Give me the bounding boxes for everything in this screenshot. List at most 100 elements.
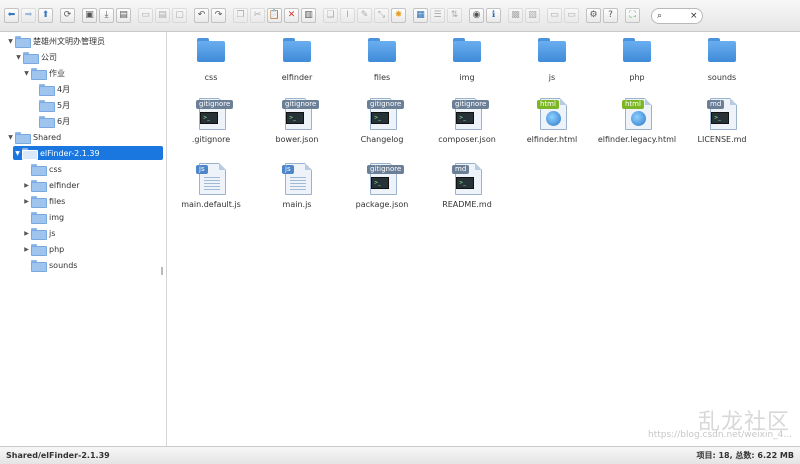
delete-button[interactable]: delete-icon✕ — [284, 8, 299, 23]
quicklook-button[interactable]: quicklook-icon▭ — [138, 8, 153, 23]
copy-button[interactable]: copy-icon❐ — [233, 8, 248, 23]
tree-node[interactable]: 5月 — [30, 98, 70, 112]
file-item[interactable]: gitignore >_ package.json — [339, 163, 425, 209]
file-item[interactable]: gitignore >_ Changelog — [339, 98, 425, 144]
folder-icon — [31, 212, 47, 224]
sidebar-resize-handle[interactable]: ‖ — [160, 266, 164, 275]
file-item[interactable]: js main.js — [254, 163, 340, 209]
file-view: css elfinder files img js php sounds gitignore >… — [168, 32, 800, 446]
get-info-button[interactable]: get-info-icon▤ — [116, 8, 131, 23]
expand-arrow-icon[interactable]: ▼ — [6, 38, 15, 45]
sort-button[interactable]: sort-icon⇅ — [447, 8, 462, 23]
folder-icon — [15, 36, 31, 48]
duplicate-button[interactable]: duplicate-icon❏ — [323, 8, 338, 23]
tree-node[interactable]: ▼ 作业 — [22, 66, 65, 80]
file-item[interactable]: html elfinder.html — [509, 98, 595, 144]
file-item[interactable]: md >_ LICENSE.md — [679, 98, 765, 144]
undo-button[interactable]: undo-icon↶ — [194, 8, 209, 23]
toolbar-group: archive-icon▩extract-archive-icon▧ — [508, 8, 542, 23]
reload-button[interactable]: reload-icon⟳ — [60, 8, 75, 23]
tree-node[interactable]: img — [22, 210, 64, 224]
tree-node-label: css — [49, 164, 62, 174]
trash-button[interactable]: trash-icon▥ — [301, 8, 316, 23]
folder-item[interactable]: elfinder — [254, 38, 340, 82]
file-item[interactable]: gitignore >_ bower.json — [254, 98, 340, 144]
tree-node[interactable]: ▼ elFinder-2.1.39 — [13, 146, 163, 160]
folder-item[interactable]: js — [509, 38, 595, 82]
file-type-badge: gitignore — [367, 165, 405, 174]
tree-node[interactable]: sounds — [22, 258, 77, 272]
netmount-button[interactable]: netmount-icon▭ — [564, 8, 579, 23]
extract-archive-button[interactable]: extract-archive-icon▧ — [525, 8, 540, 23]
tree-node[interactable]: css — [22, 162, 62, 176]
folder-item[interactable]: php — [594, 38, 680, 82]
file-item[interactable]: html elfinder.legacy.html — [594, 98, 680, 144]
tree-node-label: 公司 — [41, 52, 57, 62]
terminal-file-icon: gitignore >_ — [367, 163, 405, 195]
cut-button[interactable]: cut-icon✂ — [250, 8, 265, 23]
list-view-button[interactable]: list-view-icon☰ — [430, 8, 445, 23]
tree-node[interactable]: ▶ php — [22, 242, 64, 256]
file-item[interactable]: gitignore >_ composer.json — [424, 98, 510, 144]
folder-item[interactable]: img — [424, 38, 510, 82]
folder-item[interactable]: sounds — [679, 38, 765, 82]
folder-icon — [39, 116, 55, 128]
tree-node[interactable]: 4月 — [30, 82, 70, 96]
terminal-glyph: >_ — [200, 112, 218, 124]
edit-button[interactable]: edit-icon✎ — [357, 8, 372, 23]
tree-node-label: php — [49, 244, 65, 254]
search-input[interactable] — [662, 11, 691, 20]
tree-node-label: img — [49, 212, 65, 222]
tree-node[interactable]: ▶ js — [22, 226, 55, 240]
settings-button[interactable]: settings-icon⚙ — [586, 8, 601, 23]
expand-arrow-icon[interactable]: ▼ — [14, 54, 23, 61]
new-file-icon-glyph: ▢ — [175, 10, 184, 20]
collapse-arrow-icon[interactable]: ▶ — [22, 246, 31, 253]
collapse-arrow-icon[interactable]: ▶ — [22, 182, 31, 189]
up-button[interactable]: up-icon⬆ — [38, 8, 53, 23]
places-button[interactable]: places-icon▭ — [547, 8, 562, 23]
info-button[interactable]: info-iconℹ — [486, 8, 501, 23]
tree-node[interactable]: ▶ elfinder — [22, 178, 80, 192]
terminal-file-icon: md >_ — [452, 163, 482, 195]
archive-button[interactable]: archive-icon▩ — [508, 8, 523, 23]
tree-node[interactable]: 6月 — [30, 114, 70, 128]
file-item[interactable]: js main.default.js — [168, 163, 254, 209]
toolbar-group: quicklook-icon▭save-icon▤new-file-icon▢ — [138, 8, 189, 23]
expand-arrow-icon[interactable]: ▼ — [13, 150, 22, 157]
tree-node[interactable]: ▼ 楚雄州文明办管理员 — [6, 34, 105, 48]
help-button[interactable]: help-icon? — [603, 8, 618, 23]
preview-button[interactable]: preview-icon◉ — [469, 8, 484, 23]
file-item[interactable]: gitignore >_ .gitignore — [168, 98, 254, 144]
back-button[interactable]: back-icon⬅ — [4, 8, 19, 23]
open-button[interactable]: open-icon▣ — [82, 8, 97, 23]
expand-arrow-icon[interactable]: ▼ — [6, 134, 15, 141]
download-icon-glyph: ⤓ — [104, 10, 109, 20]
rename-button[interactable]: rename-iconⅠ — [340, 8, 355, 23]
paste-button[interactable]: paste-icon📋 — [267, 8, 282, 23]
file-item[interactable]: md >_ README.md — [424, 163, 510, 209]
forward-button[interactable]: forward-icon➡ — [21, 8, 36, 23]
new-file-button[interactable]: new-file-icon▢ — [172, 8, 187, 23]
fullscreen-button[interactable]: fullscreen-icon⛶ — [625, 8, 640, 23]
folder-item[interactable]: css — [168, 38, 254, 82]
search-box[interactable]: ⌕ × — [651, 7, 703, 24]
expand-arrow-icon[interactable]: ▼ — [22, 70, 31, 77]
collapse-arrow-icon[interactable]: ▶ — [22, 230, 31, 237]
save-button[interactable]: save-icon▤ — [155, 8, 170, 23]
icons-view-button[interactable]: icons-view-icon▦ — [413, 8, 428, 23]
tree-node[interactable]: ▼ 公司 — [14, 50, 57, 64]
tree-node-label: files — [49, 196, 66, 206]
collapse-arrow-icon[interactable]: ▶ — [22, 198, 31, 205]
resize-button[interactable]: resize-icon⤡ — [374, 8, 389, 23]
tree-node-label: js — [49, 228, 56, 238]
toolbar-group: reload-icon⟳ — [60, 8, 77, 23]
tree-node[interactable]: ▶ files — [22, 194, 65, 208]
redo-button[interactable]: redo-icon↷ — [211, 8, 226, 23]
globe-icon — [631, 111, 646, 126]
search-clear-icon[interactable]: × — [690, 11, 698, 21]
tree-node[interactable]: ▼ Shared — [6, 130, 61, 144]
folder-item[interactable]: files — [339, 38, 425, 82]
download-button[interactable]: download-icon⤓ — [99, 8, 114, 23]
extract-button[interactable]: extract-icon✸ — [391, 8, 406, 23]
